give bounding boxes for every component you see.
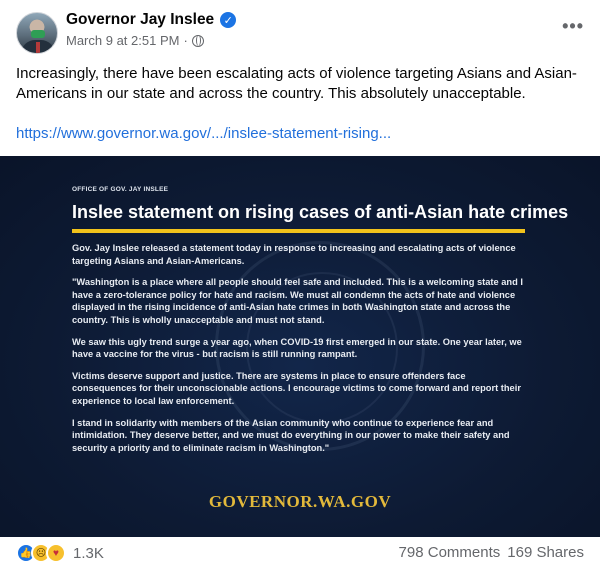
comments-count[interactable]: 798 Comments — [399, 544, 501, 561]
verified-badge-icon: ✓ — [220, 12, 237, 28]
facebook-post: Governor Jay Inslee ✓ March 9 at 2:51 PM… — [0, 0, 600, 575]
post-meta: March 9 at 2:51 PM · — [66, 33, 204, 48]
governor-url-banner: GOVERNOR.WA.GOV — [208, 492, 392, 511]
statement-paragraph: We saw this ugly trend surge a year ago,… — [72, 336, 522, 360]
statement-paragraph: Victims deserve support and justice. The… — [72, 370, 521, 406]
reaction-count[interactable]: 1.3K — [73, 545, 104, 562]
post-image[interactable]: OFFICE OF GOV. JAY INSLEE Inslee stateme… — [0, 156, 600, 537]
post-timestamp[interactable]: March 9 at 2:51 PM — [66, 33, 179, 48]
title-underline — [72, 229, 525, 233]
meta-separator: · — [183, 33, 188, 48]
globe-icon[interactable] — [191, 34, 204, 47]
reactions-summary[interactable]: 👍 ☹ ♥ 1.3K — [16, 543, 104, 563]
post-text: Increasingly, there have been escalating… — [16, 65, 577, 102]
engagement-stats: 798 Comments 169 Shares — [399, 544, 584, 561]
statement-paragraph: I stand in solidarity with members of th… — [72, 417, 510, 453]
office-label: OFFICE OF GOV. JAY INSLEE — [72, 186, 169, 193]
author-avatar[interactable] — [16, 12, 58, 54]
statement-paragraph: Gov. Jay Inslee released a statement tod… — [72, 243, 516, 266]
statement-paragraph: "Washington is a place where all people … — [72, 277, 523, 325]
more-options-icon[interactable]: ••• — [562, 16, 584, 37]
post-link[interactable]: https://www.governor.wa.gov/.../inslee-s… — [16, 125, 391, 142]
care-reaction-icon: ♥ — [46, 543, 66, 563]
author-name-row: Governor Jay Inslee ✓ — [66, 11, 237, 29]
author-name[interactable]: Governor Jay Inslee — [66, 11, 214, 29]
statement-body: Gov. Jay Inslee released a statement tod… — [72, 242, 530, 463]
shares-count[interactable]: 169 Shares — [507, 544, 584, 561]
statement-title: Inslee statement on rising cases of anti… — [72, 202, 569, 222]
